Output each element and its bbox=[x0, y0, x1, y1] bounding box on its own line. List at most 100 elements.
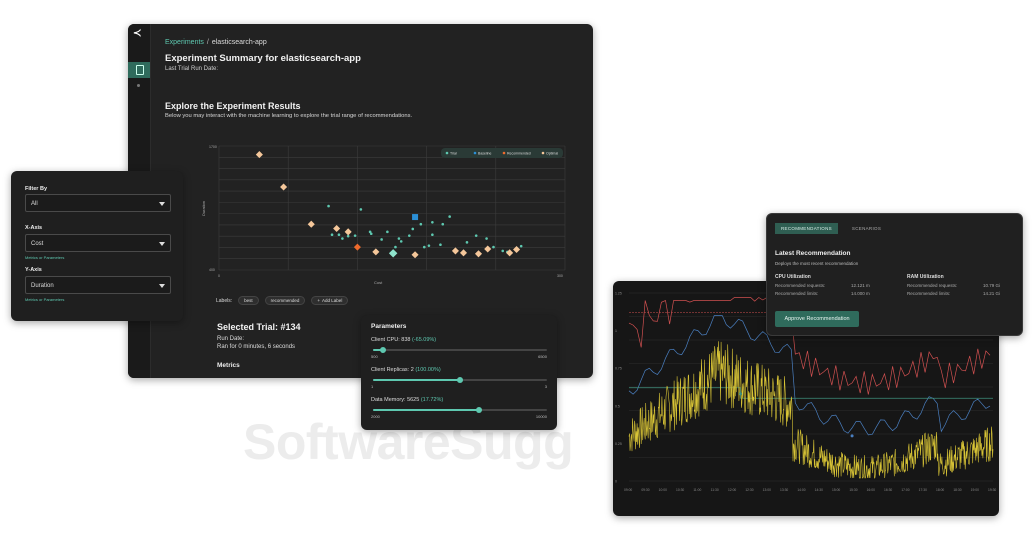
add-label-button[interactable]: + Add Label bbox=[311, 296, 349, 305]
breadcrumb-current: elasticsearch-app bbox=[211, 39, 267, 46]
cpu-requests-label: Recommended requests: bbox=[775, 283, 826, 288]
x-axis-value: Cost bbox=[31, 241, 44, 247]
x-tick-label: 0 bbox=[218, 274, 220, 278]
trial-point bbox=[431, 233, 434, 237]
slider-handle[interactable] bbox=[457, 377, 463, 383]
breadcrumb-experiments-link[interactable]: Experiments bbox=[165, 39, 204, 46]
param-min: 1 bbox=[371, 384, 374, 389]
x-axis-label: X-Axis bbox=[25, 225, 43, 231]
trial-point bbox=[386, 230, 389, 234]
logo-icon[interactable]: ≺ bbox=[133, 29, 145, 39]
trial-point bbox=[501, 249, 505, 253]
trial-point bbox=[492, 245, 495, 249]
add-label-text: Add Label bbox=[322, 298, 343, 303]
recommendations-panel: RECOMMENDATIONS SCENARIOS Latest Recomme… bbox=[766, 213, 1023, 336]
x-tick-label: 17:00 bbox=[901, 488, 909, 492]
x-tick-label: 18:00 bbox=[936, 488, 944, 492]
run-duration: Ran for 0 minutes, 6 seconds bbox=[217, 344, 296, 350]
cpu-requests-value: 12.121 m bbox=[851, 283, 870, 288]
x-tick-label: 19:30 bbox=[988, 488, 996, 492]
trial-point bbox=[337, 233, 341, 237]
legend-marker bbox=[445, 151, 449, 155]
x-axis-hint: Metrics or Parameters bbox=[25, 255, 65, 260]
experiment-icon bbox=[136, 65, 144, 75]
trial-point bbox=[330, 233, 334, 237]
baseline-point bbox=[412, 214, 419, 221]
y-tick-label: 400 bbox=[209, 268, 215, 272]
tab-recommendations[interactable]: RECOMMENDATIONS bbox=[775, 223, 838, 234]
trial-point bbox=[411, 227, 415, 231]
trial-point bbox=[422, 245, 426, 249]
selected-trial-title: Selected Trial: #134 bbox=[217, 322, 301, 332]
y-tick-label: 0 bbox=[615, 480, 617, 484]
x-tick-label: 18:30 bbox=[953, 488, 961, 492]
plus-icon: + bbox=[317, 298, 321, 303]
trial-point bbox=[399, 240, 403, 243]
param-label: Data Memory: 5625 (17.72%) bbox=[371, 397, 443, 403]
label-pill-recommended[interactable]: recommended bbox=[264, 296, 306, 305]
experiment-scatter-chart[interactable]: 1700 4000 300 Cost Duration Trial Baseline Reco… bbox=[193, 136, 573, 291]
ram-requests-value: 10.79 Gi bbox=[983, 283, 1001, 288]
filter-panel: Filter By All X-Axis Cost Metrics or Par… bbox=[11, 171, 183, 321]
trial-point bbox=[441, 222, 445, 226]
x-tick-label: 14:00 bbox=[797, 488, 805, 492]
param-min: 2000 bbox=[371, 414, 380, 419]
optimal-point bbox=[459, 249, 468, 257]
filter-by-label: Filter By bbox=[25, 186, 48, 192]
y-tick-label: 1 bbox=[615, 329, 617, 333]
y-tick-label: 0.75 bbox=[615, 367, 622, 371]
param-slider[interactable] bbox=[373, 347, 547, 353]
param-slider[interactable] bbox=[373, 377, 547, 383]
tab-scenarios[interactable]: SCENARIOS bbox=[846, 223, 887, 234]
breadcrumb: Experiments / elasticsearch-app bbox=[165, 39, 267, 46]
x-tick-label: 12:00 bbox=[728, 488, 736, 492]
trial-point bbox=[427, 244, 431, 247]
trial-point bbox=[394, 245, 397, 249]
slider-handle[interactable] bbox=[380, 347, 387, 353]
y-tick-label: 1700 bbox=[209, 145, 217, 149]
x-tick-label: 14:30 bbox=[815, 488, 823, 492]
x-tick-label: 13:00 bbox=[763, 488, 771, 492]
y-axis-select[interactable]: Duration bbox=[25, 276, 171, 294]
param-slider[interactable] bbox=[373, 407, 547, 413]
label-pill-best[interactable]: best bbox=[238, 296, 259, 305]
nav-item-experiments[interactable] bbox=[128, 62, 150, 78]
trial-point bbox=[359, 208, 363, 211]
selected-trial-point bbox=[388, 249, 398, 258]
labels-title: Labels: bbox=[216, 297, 233, 304]
slider-handle[interactable] bbox=[476, 407, 483, 413]
explore-description: Below you may interact with the machine … bbox=[165, 113, 413, 119]
x-tick-label: 16:00 bbox=[867, 488, 875, 492]
trial-point bbox=[368, 230, 372, 234]
explore-title: Explore the Experiment Results bbox=[165, 101, 301, 111]
y-axis-value: Duration bbox=[31, 283, 54, 289]
labels-row: Labels: best recommended + Add Label bbox=[216, 296, 349, 305]
legend-marker bbox=[502, 151, 506, 155]
y-tick-label: 0.25 bbox=[615, 442, 622, 446]
cpu-utilization-title: CPU Utilization bbox=[775, 274, 811, 280]
param-name: Data Memory: 5625 bbox=[371, 397, 420, 403]
optimal-point bbox=[506, 249, 514, 257]
slider-fill bbox=[373, 409, 480, 411]
approve-recommendation-button[interactable]: Approve Recommendation bbox=[775, 311, 859, 327]
optimal-point bbox=[484, 245, 492, 253]
filter-by-select[interactable]: All bbox=[25, 194, 171, 212]
x-tick-label: 13:30 bbox=[780, 488, 788, 492]
param-max: 6500 bbox=[538, 354, 547, 359]
trial-point bbox=[341, 237, 344, 240]
optimal-point bbox=[372, 248, 380, 256]
optimal-point bbox=[451, 247, 459, 255]
y-tick-label: 0.5 bbox=[615, 404, 620, 408]
rec-tabs: RECOMMENDATIONS SCENARIOS bbox=[775, 223, 887, 234]
trial-point bbox=[419, 222, 423, 226]
param-label: Client Replicas: 2 (100.00%) bbox=[371, 367, 441, 373]
nav-item-dot-icon[interactable] bbox=[137, 84, 140, 87]
ram-limits-value: 14.21 Gi bbox=[983, 291, 1001, 296]
x-tick-label: 15:00 bbox=[832, 488, 840, 492]
x-axis-select[interactable]: Cost bbox=[25, 234, 171, 252]
x-tick-label: 09:00 bbox=[624, 488, 632, 492]
optimal-point bbox=[280, 183, 288, 191]
param-max: 10000 bbox=[535, 414, 547, 419]
trial-point bbox=[485, 237, 488, 240]
slider-fill bbox=[373, 379, 460, 381]
